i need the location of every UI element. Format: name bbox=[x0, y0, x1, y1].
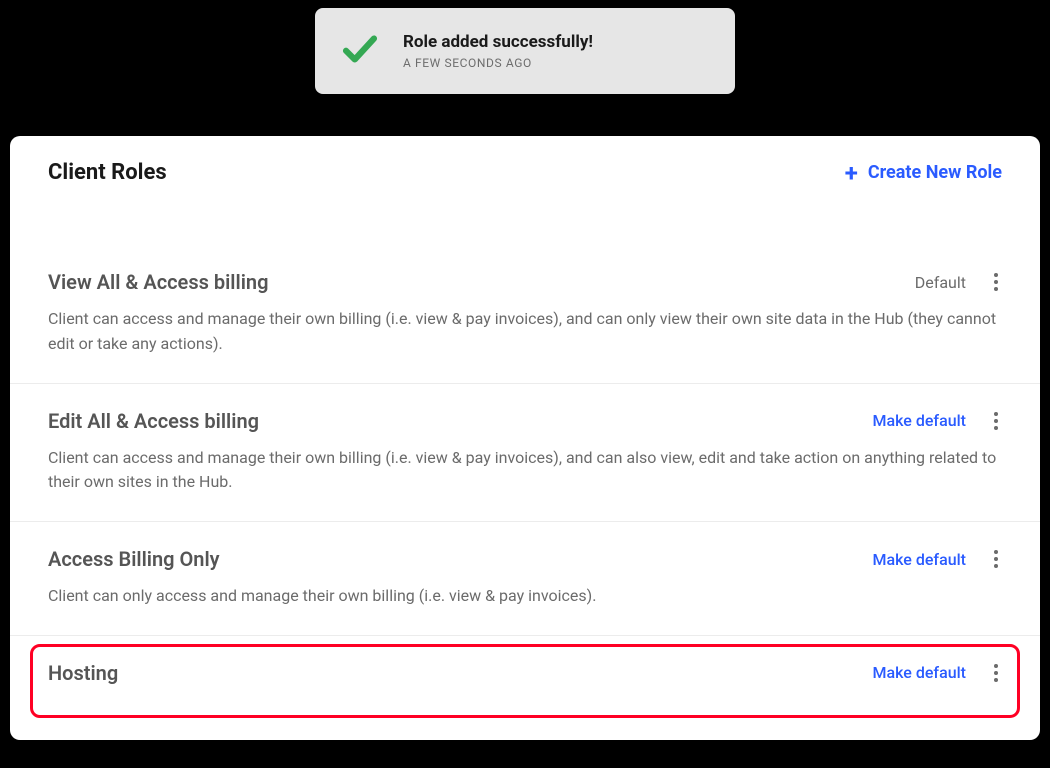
roles-list: View All & Access billing Default Client… bbox=[10, 245, 1040, 708]
role-name: View All & Access billing bbox=[48, 270, 268, 294]
role-row: Hosting Make default bbox=[10, 635, 1040, 708]
create-new-role-button[interactable]: + Create New Role bbox=[845, 161, 1002, 185]
plus-icon: + bbox=[845, 161, 858, 185]
role-row: Access Billing Only Make default Client … bbox=[10, 521, 1040, 635]
role-row: Edit All & Access billing Make default C… bbox=[10, 383, 1040, 522]
client-roles-panel: Client Roles + Create New Role View All … bbox=[10, 136, 1040, 740]
role-description: Client can only access and manage their … bbox=[48, 584, 1002, 609]
kebab-menu-icon[interactable] bbox=[990, 546, 1002, 572]
kebab-menu-icon[interactable] bbox=[990, 269, 1002, 295]
role-description: Client can access and manage their own b… bbox=[48, 307, 1002, 357]
make-default-button[interactable]: Make default bbox=[872, 663, 966, 682]
kebab-menu-icon[interactable] bbox=[990, 408, 1002, 434]
make-default-button[interactable]: Make default bbox=[872, 411, 966, 430]
check-icon bbox=[339, 28, 381, 74]
create-new-role-label: Create New Role bbox=[868, 162, 1002, 183]
kebab-menu-icon[interactable] bbox=[990, 660, 1002, 686]
role-name: Edit All & Access billing bbox=[48, 409, 259, 433]
role-description: Client can access and manage their own b… bbox=[48, 446, 1002, 496]
role-name: Hosting bbox=[48, 661, 118, 685]
toast-title: Role added successfully! bbox=[403, 32, 593, 52]
role-name: Access Billing Only bbox=[48, 547, 220, 571]
role-row: View All & Access billing Default Client… bbox=[10, 245, 1040, 383]
toast-success: Role added successfully! A FEW SECONDS A… bbox=[315, 8, 735, 94]
page-title: Client Roles bbox=[48, 160, 167, 185]
make-default-button[interactable]: Make default bbox=[872, 550, 966, 569]
default-badge: Default bbox=[915, 273, 966, 292]
toast-timestamp: A FEW SECONDS AGO bbox=[403, 56, 593, 70]
